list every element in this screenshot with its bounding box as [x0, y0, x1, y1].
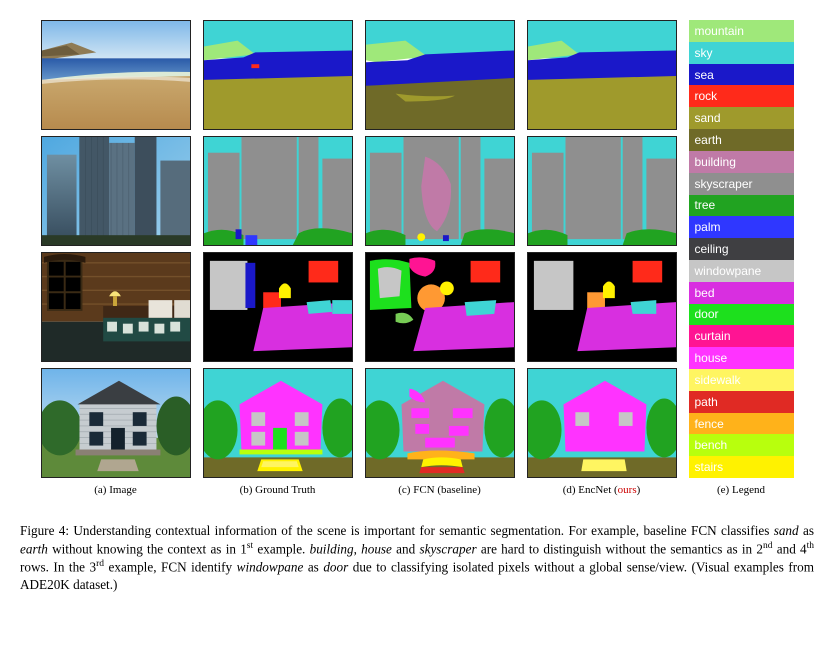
- legend-building: building: [689, 151, 794, 173]
- row2-image: [41, 136, 191, 246]
- subcap-b: (b) Ground Truth: [203, 484, 353, 506]
- row3-image: [41, 252, 191, 362]
- row4-gt: [203, 368, 353, 478]
- legend-sea: sea: [689, 64, 794, 86]
- row3-fcn: [365, 252, 515, 362]
- figure-grid: mountainskysearocksandearthbuildingskysc…: [20, 20, 814, 506]
- row1-encnet: [527, 20, 677, 130]
- legend-curtain: curtain: [689, 325, 794, 347]
- legend-tree: tree: [689, 195, 794, 217]
- legend-fence: fence: [689, 413, 794, 435]
- subcap-c: (c) FCN (baseline): [365, 484, 515, 506]
- legend-earth: earth: [689, 129, 794, 151]
- row2-gt: [203, 136, 353, 246]
- legend-skyscraper: skyscraper: [689, 173, 794, 195]
- legend-bench: bench: [689, 434, 794, 456]
- row2-fcn: [365, 136, 515, 246]
- row4-image: [41, 368, 191, 478]
- legend-path: path: [689, 391, 794, 413]
- legend-palm: palm: [689, 216, 794, 238]
- legend-sky: sky: [689, 42, 794, 64]
- legend-sidewalk: sidewalk: [689, 369, 794, 391]
- legend-stairs: stairs: [689, 456, 794, 478]
- row4-fcn: [365, 368, 515, 478]
- legend-bed: bed: [689, 282, 794, 304]
- row3-encnet: [527, 252, 677, 362]
- subcap-d: (d) EncNet (ours): [527, 484, 677, 506]
- row1-image: [41, 20, 191, 130]
- legend-door: door: [689, 304, 794, 326]
- subcap-a: (a) Image: [41, 484, 191, 506]
- row4-encnet: [527, 368, 677, 478]
- legend-sand: sand: [689, 107, 794, 129]
- subcap-e: (e) Legend: [689, 484, 794, 506]
- row2-encnet: [527, 136, 677, 246]
- legend: mountainskysearocksandearthbuildingskysc…: [689, 20, 794, 478]
- legend-windowpane: windowpane: [689, 260, 794, 282]
- legend-house: house: [689, 347, 794, 369]
- row3-gt: [203, 252, 353, 362]
- legend-ceiling: ceiling: [689, 238, 794, 260]
- legend-rock: rock: [689, 85, 794, 107]
- row1-fcn: [365, 20, 515, 130]
- row1-gt: [203, 20, 353, 130]
- figure-caption: Figure 4: Understanding contextual infor…: [20, 522, 814, 594]
- figure-4: mountainskysearocksandearthbuildingskysc…: [20, 20, 814, 594]
- legend-mountain: mountain: [689, 20, 794, 42]
